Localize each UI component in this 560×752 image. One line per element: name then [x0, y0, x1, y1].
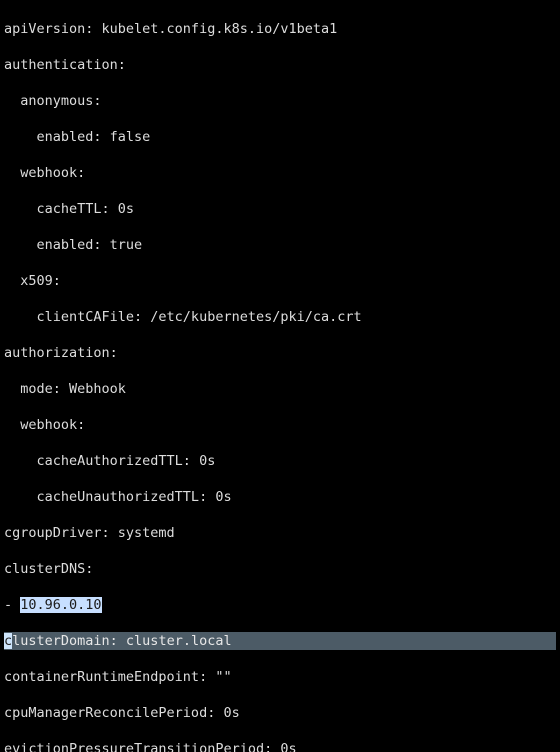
cursor: c [4, 633, 12, 649]
yaml-line: mode: Webhook [4, 380, 556, 398]
yaml-line: evictionPressureTransitionPeriod: 0s [4, 740, 556, 752]
yaml-line: clusterDNS: [4, 560, 556, 578]
yaml-line: cacheTTL: 0s [4, 200, 556, 218]
yaml-line: cpuManagerReconcilePeriod: 0s [4, 704, 556, 722]
yaml-line-selected: - 10.96.0.10 [4, 596, 556, 614]
terminal-output[interactable]: apiVersion: kubelet.config.k8s.io/v1beta… [0, 0, 560, 752]
yaml-line: clientCAFile: /etc/kubernetes/pki/ca.crt [4, 308, 556, 326]
yaml-line: cacheUnauthorizedTTL: 0s [4, 488, 556, 506]
yaml-line: cacheAuthorizedTTL: 0s [4, 452, 556, 470]
yaml-line: containerRuntimeEndpoint: "" [4, 668, 556, 686]
yaml-line: authentication: [4, 56, 556, 74]
yaml-line: webhook: [4, 164, 556, 182]
yaml-line: webhook: [4, 416, 556, 434]
yaml-dash: - [4, 597, 20, 613]
highlight-rest: lusterDomain: cluster.local [12, 633, 231, 649]
yaml-line: enabled: true [4, 236, 556, 254]
selected-text: 10.96.0.10 [20, 597, 101, 613]
yaml-line: enabled: false [4, 128, 556, 146]
yaml-line: x509: [4, 272, 556, 290]
yaml-line: anonymous: [4, 92, 556, 110]
yaml-line: authorization: [4, 344, 556, 362]
yaml-line: cgroupDriver: systemd [4, 524, 556, 542]
yaml-line-highlight: clusterDomain: cluster.local [4, 632, 556, 650]
yaml-line: apiVersion: kubelet.config.k8s.io/v1beta… [4, 20, 556, 38]
